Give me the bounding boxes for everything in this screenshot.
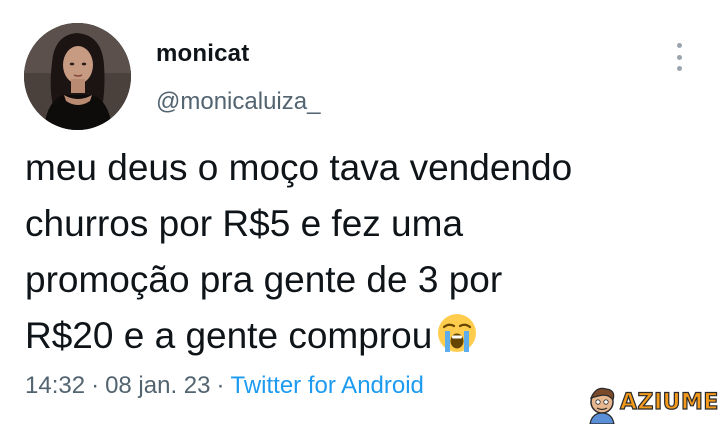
- aziume-watermark: AZIUME: [582, 384, 719, 424]
- vertical-ellipsis-icon: [676, 66, 682, 71]
- tweet-text-line: promoção pra gente de 3 por: [25, 259, 503, 300]
- watermark-text: AZIUME: [619, 389, 719, 415]
- username-handle[interactable]: @monicaluiza_: [156, 88, 320, 116]
- mascot-icon: [589, 387, 615, 424]
- profile-photo-icon: [24, 23, 131, 130]
- meta-separator: ·: [216, 372, 225, 399]
- tweet-text-line-last: R$20 e a gente comprou: [25, 308, 695, 364]
- display-name[interactable]: monicat: [156, 40, 249, 68]
- tweet-time: 14:32: [25, 372, 86, 399]
- tweet-text: meu deus o moço tava vendendo churros po…: [25, 140, 695, 364]
- more-options-button[interactable]: [668, 40, 690, 74]
- tweet-metadata: 14:32 · 08 jan. 23 · Twitter for Android: [25, 372, 424, 400]
- tweet-source-link[interactable]: Twitter for Android: [230, 372, 423, 399]
- tweet-text-line: churros por R$5 e fez uma: [25, 203, 464, 244]
- loudly-crying-face-icon: [438, 314, 477, 352]
- avatar[interactable]: [24, 23, 131, 130]
- tweet-date: 08 jan. 23: [105, 372, 211, 399]
- vertical-ellipsis-icon: [676, 54, 682, 60]
- tweet-text-line: R$20 e a gente comprou: [25, 315, 433, 356]
- tweet-text-line: meu deus o moço tava vendendo: [25, 147, 573, 188]
- tweet-card: monicat @monicaluiza_ meu deus o moço ta…: [0, 0, 720, 427]
- vertical-ellipsis-icon: [676, 43, 682, 48]
- meta-separator: ·: [91, 372, 100, 399]
